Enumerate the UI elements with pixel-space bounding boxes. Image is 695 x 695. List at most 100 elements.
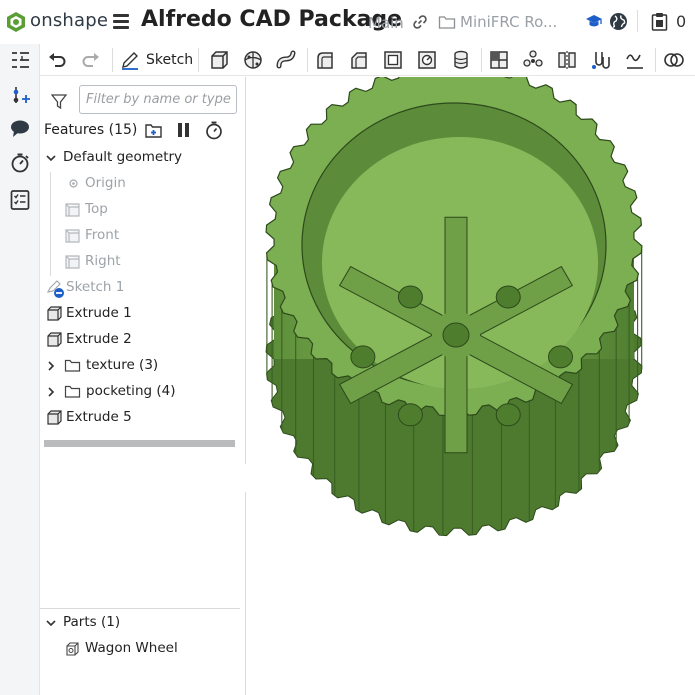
link-icon[interactable]: [412, 14, 428, 30]
checklist-icon[interactable]: [9, 189, 31, 211]
chevron-right-icon[interactable]: [45, 360, 57, 372]
parts-header-row[interactable]: Parts (1): [40, 611, 245, 635]
extrude-icon: [47, 306, 62, 321]
onshape-logo-icon[interactable]: [6, 11, 26, 33]
sketch-row[interactable]: Sketch 1: [40, 276, 245, 300]
plane-icon: [65, 255, 80, 269]
sketch-label: Sketch 1: [66, 279, 125, 295]
part-icon: [66, 642, 79, 656]
folder-icon: [438, 16, 456, 29]
lightening-hole: [548, 345, 573, 369]
shell-icon[interactable]: [382, 49, 404, 71]
revolve-icon[interactable]: [242, 49, 264, 71]
extrude-row-2[interactable]: Extrude 2: [40, 328, 245, 352]
hole-icon[interactable]: [416, 49, 438, 71]
lightening-hole: [495, 403, 521, 427]
clipboard-icon[interactable]: [651, 12, 668, 31]
header-divider: [637, 10, 638, 32]
branch-name[interactable]: Main: [368, 14, 404, 32]
fillet-icon[interactable]: [314, 49, 336, 71]
origin-row[interactable]: Origin: [40, 172, 245, 196]
sketch-label: Sketch: [146, 52, 194, 68]
timer-icon[interactable]: [205, 121, 223, 140]
sketch-pencil-icon: [122, 52, 138, 70]
lightening-hole: [495, 285, 521, 309]
toolbar-divider: [198, 48, 199, 72]
extrude-label-5: Extrude 5: [66, 409, 132, 425]
plane-label-right: Right: [85, 253, 121, 269]
main-toolbar: Sketch: [40, 44, 695, 76]
hub-hole: [442, 322, 470, 348]
plane-icon: [65, 229, 80, 243]
lightening-hole: [350, 345, 376, 369]
add-folder-icon[interactable]: [144, 121, 164, 139]
view-icon[interactable]: [663, 49, 685, 71]
document-title[interactable]: Alfredo CAD Package: [141, 7, 402, 32]
graphics-viewport[interactable]: [246, 77, 695, 695]
default-geometry-label: Default geometry: [63, 149, 183, 165]
feature-filter-input[interactable]: [79, 85, 237, 114]
learning-center-icon[interactable]: [585, 12, 603, 30]
undo-icon[interactable]: [46, 49, 68, 71]
chevron-down-icon[interactable]: [45, 617, 57, 629]
plane-row-front[interactable]: Front: [40, 224, 245, 248]
folder-icon: [64, 359, 81, 372]
clipboard-count: 0: [676, 12, 687, 31]
boolean-icon[interactable]: [488, 49, 510, 71]
history-timer-icon[interactable]: [9, 152, 31, 174]
plane-label-front: Front: [85, 227, 120, 243]
redo-icon[interactable]: [80, 49, 102, 71]
toolbar-divider: [655, 48, 656, 72]
folder-breadcrumb[interactable]: MiniFRC Ro...: [460, 13, 557, 31]
plane-row-right[interactable]: Right: [40, 250, 245, 274]
hidden-sketch-icon: [46, 280, 64, 298]
folder-icon: [64, 385, 81, 398]
extrude-icon: [47, 332, 62, 347]
sketch-button[interactable]: Sketch: [120, 48, 193, 72]
extrude-row-1[interactable]: Extrude 1: [40, 302, 245, 326]
part-row[interactable]: Wagon Wheel: [40, 637, 245, 661]
toolbar-divider: [307, 48, 308, 72]
plane-row-top[interactable]: Top: [40, 198, 245, 222]
extrude-row-5[interactable]: Extrude 5: [40, 406, 245, 430]
mirror-icon[interactable]: [556, 49, 578, 71]
extrude-label-2: Extrude 2: [66, 331, 132, 347]
brand-name: onshape: [30, 10, 109, 31]
lightening-hole: [397, 285, 423, 309]
extrude-icon: [47, 410, 62, 425]
lightening-hole: [397, 403, 423, 427]
extrude-label-1: Extrude 1: [66, 305, 132, 321]
main-menu-icon[interactable]: [113, 14, 129, 29]
features-count-title: Features (15): [44, 122, 138, 138]
part-name: Wagon Wheel: [85, 640, 178, 656]
thread-icon[interactable]: [450, 49, 472, 71]
chamfer-icon[interactable]: [348, 49, 370, 71]
sweep-icon[interactable]: [276, 49, 298, 71]
filter-icon: [51, 94, 67, 109]
extrude-icon[interactable]: [208, 49, 230, 71]
horizontal-scrollbar[interactable]: [44, 440, 235, 447]
plane-icon: [65, 203, 80, 217]
curve-icon[interactable]: [624, 49, 646, 71]
chevron-down-icon[interactable]: [45, 152, 57, 164]
folder-label-pocketing: pocketing (4): [86, 383, 176, 399]
chevron-right-icon[interactable]: [45, 386, 57, 398]
plane-label-top: Top: [85, 201, 108, 217]
public-globe-icon[interactable]: [609, 12, 628, 31]
folder-label-texture: texture (3): [86, 357, 159, 373]
default-geometry-row[interactable]: Default geometry: [40, 146, 245, 170]
pattern-icon[interactable]: [522, 49, 544, 71]
parts-title: Parts (1): [63, 614, 121, 630]
add-feature-icon[interactable]: [9, 84, 31, 106]
parts-divider: [40, 608, 240, 609]
feature-panel: Features (15) Default geometry Origin To…: [40, 77, 277, 695]
feature-list-icon[interactable]: [9, 49, 31, 71]
pause-rollback-icon[interactable]: [177, 123, 191, 137]
origin-label: Origin: [85, 175, 126, 191]
comment-icon[interactable]: [9, 118, 31, 140]
folder-row-pocketing[interactable]: pocketing (4): [40, 380, 245, 404]
mate-icon[interactable]: [590, 49, 612, 71]
wagon-wheel-model[interactable]: [246, 77, 695, 695]
left-rail: [0, 44, 40, 695]
folder-row-texture[interactable]: texture (3): [40, 354, 245, 378]
